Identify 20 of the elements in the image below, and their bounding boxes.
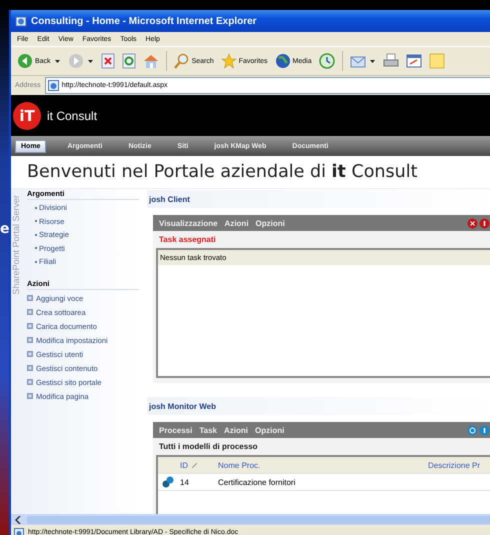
panel-menu-item[interactable]: Processi xyxy=(159,426,192,434)
brand-name: it Consult xyxy=(47,108,98,122)
panel-menu-item[interactable]: Azioni xyxy=(224,218,249,228)
logo: iT xyxy=(13,102,41,130)
column-header[interactable]: Nome Proc. xyxy=(216,460,426,470)
panel-menu-item[interactable]: Visualizzazione xyxy=(159,218,218,228)
page-heading: Benvenuti nel Portale aziendale di it Consult xyxy=(27,162,418,182)
panel-menu-item[interactable]: Task xyxy=(199,426,217,434)
panel-menu-item[interactable]: Opzioni xyxy=(255,426,284,434)
panel-subtitle: Task assegnati xyxy=(158,234,217,246)
table-cell-text: Certificazione fornitori xyxy=(217,478,296,486)
watermark-text: SharePoint Portal Server xyxy=(11,195,22,295)
panel-subtitle: Tutti i modelli di processo xyxy=(158,441,259,453)
panel-menu-item[interactable]: Opzioni xyxy=(256,218,285,228)
window-title: Consulting - Home - Microsoft Internet Explorer xyxy=(31,16,257,26)
column-header[interactable]: Descrizione Pr xyxy=(426,460,490,470)
table-cell-text: 14 xyxy=(179,478,190,486)
column-header[interactable]: ID xyxy=(180,460,188,470)
panel-menu-item[interactable]: Azioni xyxy=(224,426,248,434)
background-text: e xyxy=(0,222,10,236)
